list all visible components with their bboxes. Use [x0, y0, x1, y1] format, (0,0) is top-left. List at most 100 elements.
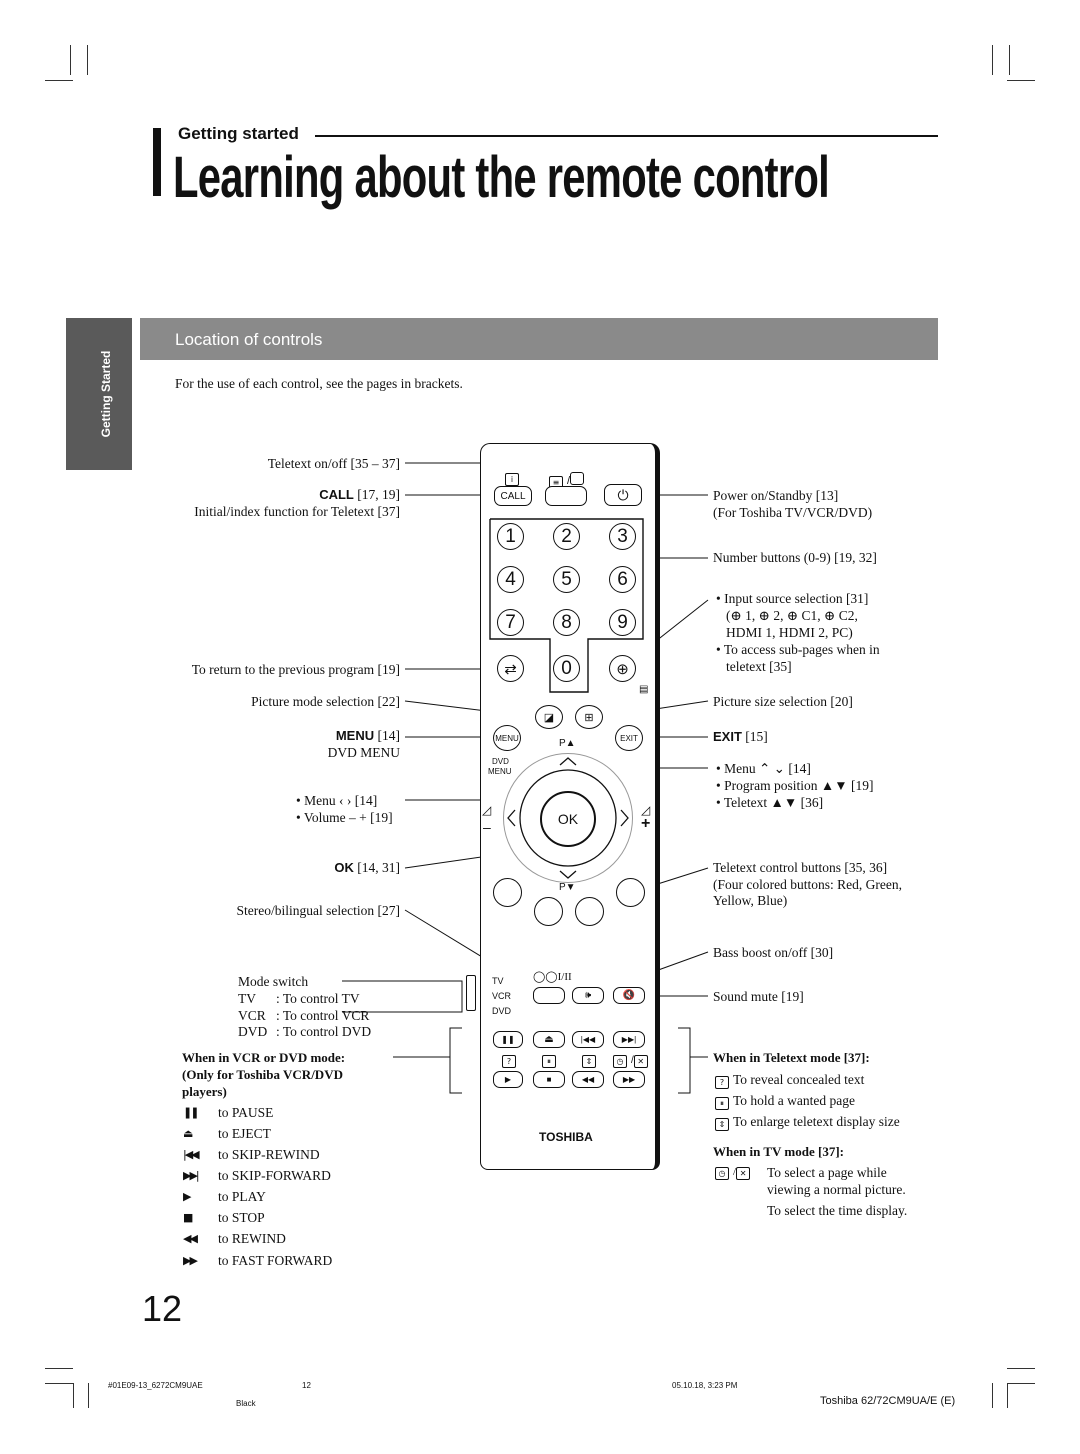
label-teletext-ud: • Teletext ▲▼ [36] — [716, 795, 824, 810]
menu-ref: [14] — [374, 728, 401, 743]
call-button[interactable]: CALL — [494, 486, 532, 506]
tv-mode-line-2: viewing a normal picture. — [767, 1182, 906, 1197]
exit-ref: [15] — [741, 729, 768, 744]
page-number: 12 — [142, 1288, 183, 1329]
pause-icon: ❚❚ — [183, 1106, 199, 1119]
call-ref: [17, 19] — [353, 487, 400, 502]
label-volume: • Volume – + [19] — [296, 810, 393, 825]
skip-rewind-button[interactable]: |◀◀ — [572, 1031, 604, 1048]
legend-label: to REWIND — [218, 1231, 286, 1246]
vcr-dvd-heading-2: (Only for Toshiba VCR/DVD — [182, 1067, 343, 1082]
mode-switch[interactable] — [466, 975, 476, 1011]
bass-boost-button[interactable]: 🕪 — [572, 987, 604, 1004]
label-mode-switch: Mode switch — [238, 974, 309, 989]
label-menu-lr: • Menu ‹ › [14] — [296, 793, 378, 808]
mode-desc: : To control VCR — [276, 1008, 370, 1023]
stop-icon: ■ — [546, 1075, 552, 1084]
stop-icon: ■ — [183, 1211, 193, 1224]
tv-mode-line-3: To select the time display. — [767, 1203, 908, 1218]
teletext-button[interactable] — [545, 486, 587, 506]
digit-9-button[interactable]: 9 — [609, 609, 636, 636]
label-exit: EXIT [15] — [713, 728, 768, 745]
stereo-icon: ◯◯ — [533, 971, 558, 983]
ok-button[interactable]: OK — [540, 791, 596, 847]
digit-4-button[interactable]: 4 — [497, 566, 524, 593]
label-return-prev: To return to the previous program [19] — [191, 662, 400, 677]
digit-3-button[interactable]: 3 — [609, 523, 636, 550]
play-icon: ▶ — [183, 1190, 191, 1203]
legend-label: to EJECT — [218, 1126, 271, 1141]
legend-label: to PAUSE — [218, 1105, 274, 1120]
digit-5-button[interactable]: 5 — [553, 566, 580, 593]
input-source-icon: ⊕ — [616, 660, 629, 678]
fast-forward-icon: ▶▶ — [622, 1075, 636, 1084]
skip-rewind-icon: |◀◀ — [183, 1148, 200, 1161]
stop-button[interactable]: ■ — [533, 1071, 565, 1088]
stereo-label: ◯◯I/II — [533, 970, 572, 983]
label-teletext-ctrl-1: Teletext control buttons [35, 36] — [713, 860, 888, 875]
label-input-1: • Input source selection [31] — [716, 591, 869, 606]
play-button[interactable]: ▶ — [493, 1071, 523, 1088]
label-power-sub: (For Toshiba TV/VCR/DVD) — [713, 505, 873, 520]
footer-color: Black — [236, 1399, 256, 1408]
digit-1-button[interactable]: 1 — [497, 523, 524, 550]
red-button[interactable] — [493, 878, 522, 907]
label-ok: OK [14, 31] — [334, 859, 400, 876]
label-dvd-menu: DVD MENU — [327, 745, 400, 760]
label-picture-mode: Picture mode selection [22] — [251, 694, 400, 709]
label-teletext-ctrl-2: (Four colored buttons: Red, Green, — [713, 877, 902, 892]
digit-8-button[interactable]: 8 — [553, 609, 580, 636]
label-mute: Sound mute [19] — [713, 989, 804, 1004]
mode-vcr-label: VCR — [492, 991, 512, 1001]
pause-button[interactable]: ❚❚ — [493, 1031, 523, 1048]
rewind-icon: ◀◀ — [581, 1075, 595, 1084]
digit-6-button[interactable]: 6 — [609, 566, 636, 593]
teletext-enlarge: ⇕ To enlarge teletext display size — [715, 1113, 900, 1131]
mode-row-dvd: DVD: To control DVD — [238, 1023, 371, 1040]
label-program-pos: • Program position ▲▼ [19] — [716, 778, 874, 793]
legend-label: to STOP — [218, 1210, 265, 1225]
menu-button[interactable]: MENU — [493, 725, 521, 751]
digit-2-button[interactable]: 2 — [553, 523, 580, 550]
digit-0-button[interactable]: 0 — [553, 655, 580, 682]
mode-dvd-label: DVD — [492, 1006, 512, 1016]
picture-size-button[interactable]: ⊞ — [575, 705, 603, 729]
fast-forward-button[interactable]: ▶▶ — [613, 1071, 645, 1088]
teletext-hold: ⏸ To hold a wanted page — [715, 1092, 855, 1110]
call-key-text: CALL — [319, 487, 354, 502]
mode-row-tv: TV: To control TV — [238, 990, 360, 1007]
rewind-button[interactable]: ◀◀ — [572, 1071, 604, 1088]
eject-icon: ⏏ — [183, 1127, 193, 1140]
label-call: CALL [17, 19] — [319, 486, 400, 503]
ok-ref: [14, 31] — [353, 860, 400, 875]
mode-desc: : To control DVD — [276, 1024, 372, 1039]
mode-key: TV — [238, 991, 256, 1006]
skip-forward-button[interactable]: ▶▶| — [613, 1031, 645, 1048]
index-icon: i — [505, 472, 523, 486]
stereo-button[interactable] — [533, 987, 565, 1004]
mute-button[interactable]: 🔇 — [613, 987, 645, 1004]
power-button[interactable]: ⏻ — [604, 484, 642, 506]
picture-mode-button[interactable]: ◪ — [535, 705, 563, 729]
exit-button[interactable]: EXIT — [615, 725, 643, 751]
mute-icon: 🔇 — [622, 990, 636, 1001]
teletext-mode-heading: When in Teletext mode [37]: — [713, 1050, 870, 1065]
clock-teletext-icon: ◷ / ✕ — [715, 1166, 754, 1180]
label-number: Number buttons (0-9) [19, 32] — [713, 549, 877, 566]
eject-button[interactable]: ⏏ — [533, 1031, 565, 1048]
legend-label: to PLAY — [218, 1189, 266, 1204]
rewind-icon: ◀◀ — [183, 1232, 198, 1245]
input-button[interactable]: ⊕ — [609, 655, 636, 682]
yellow-button[interactable] — [575, 897, 604, 926]
legend-label: to SKIP-FORWARD — [218, 1168, 331, 1183]
return-button[interactable]: ⇄ — [497, 655, 524, 682]
label-picture-size: Picture size selection [20] — [713, 694, 853, 709]
label-bass: Bass boost on/off [30] — [713, 945, 834, 960]
reveal-icon: ? — [715, 1076, 729, 1089]
blue-button[interactable] — [616, 878, 645, 907]
mode-row-vcr: VCR: To control VCR — [238, 1007, 369, 1024]
tv-mode-line-1: To select a page while — [767, 1165, 887, 1180]
mode-tv-label: TV — [492, 976, 504, 986]
digit-7-button[interactable]: 7 — [497, 609, 524, 636]
green-button[interactable] — [534, 897, 563, 926]
